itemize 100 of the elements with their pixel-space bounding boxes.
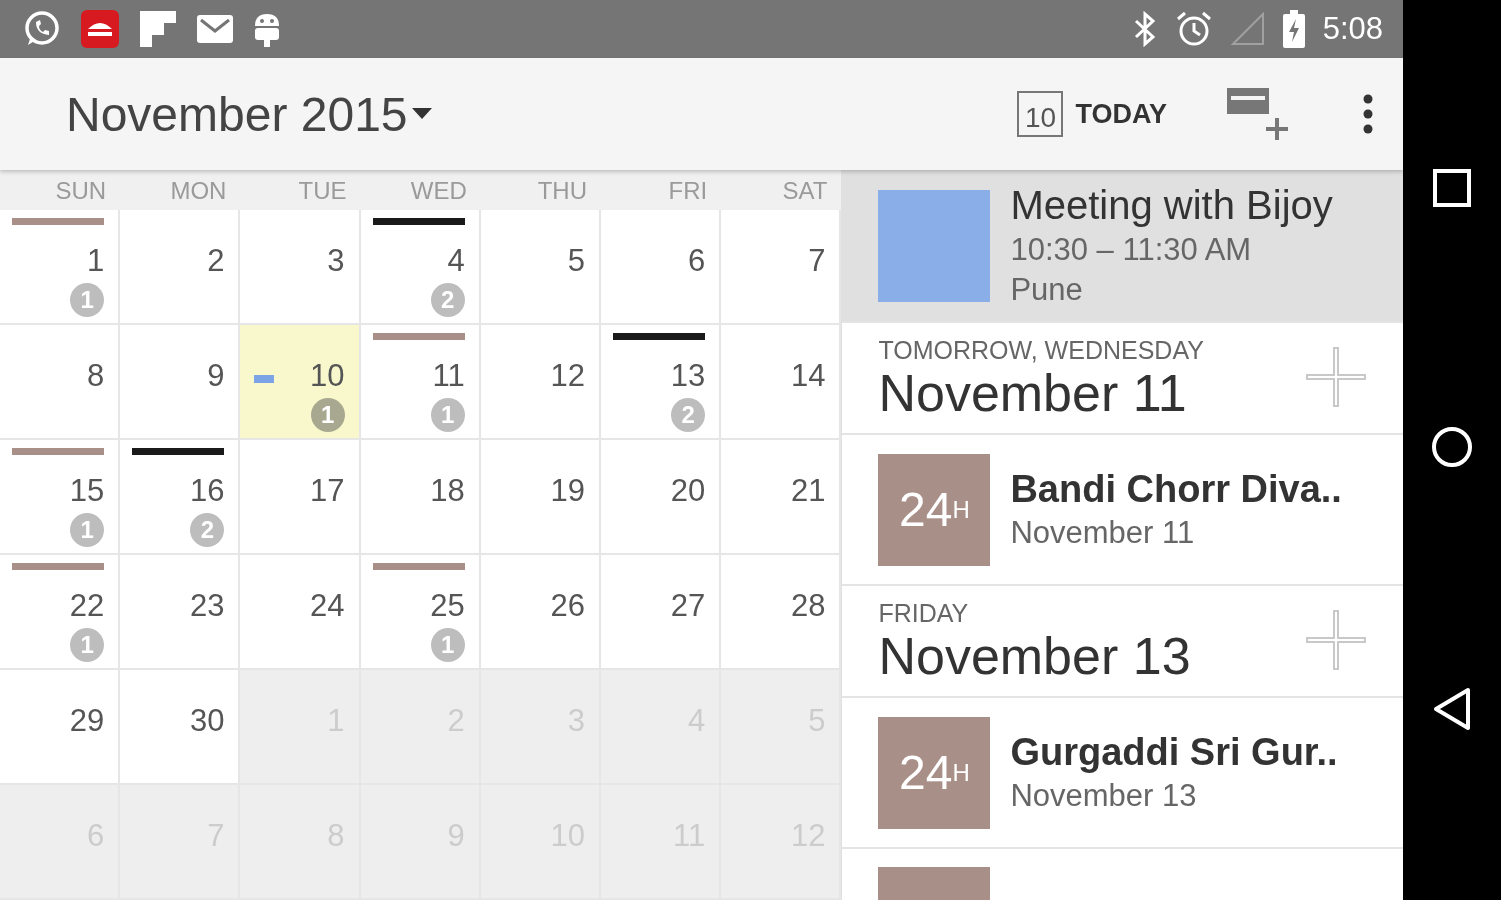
day-cell[interactable]: 19: [480, 440, 601, 555]
add-card-icon[interactable]: [1225, 86, 1291, 142]
day-cell[interactable]: 24: [240, 555, 361, 670]
today-button[interactable]: 10 TODAY: [1017, 91, 1167, 137]
dropdown-caret-icon: [411, 108, 432, 120]
event-count: 1: [310, 398, 345, 432]
day-number: 28: [790, 588, 826, 624]
clock: 5:08: [1322, 11, 1383, 47]
day-number: 20: [670, 473, 706, 509]
day-number: 16: [189, 473, 225, 509]
mail-icon: [196, 14, 234, 44]
event-count: 1: [430, 398, 465, 432]
day-number: 10: [310, 358, 345, 394]
day-number: 2: [207, 243, 225, 279]
day-cell[interactable]: 6: [601, 210, 722, 325]
event-count: 1: [70, 283, 105, 317]
date-label: November 13: [878, 627, 1192, 684]
day-number: 9: [207, 358, 225, 394]
all-day-tile: 24$^{H}$: [878, 453, 991, 566]
day-number: 14: [790, 358, 826, 394]
event-item[interactable]: Meeting with Bijoy 10:30 – 11:30 AM Pune: [842, 170, 1403, 323]
plus-icon: [1305, 608, 1367, 671]
day-cell[interactable]: 5: [480, 210, 601, 325]
day-cell[interactable]: 8: [0, 325, 121, 440]
month-dropdown[interactable]: November 2015: [66, 86, 432, 142]
all-day-tile: 24$^{H}$: [878, 716, 991, 829]
flip-app-icon: [138, 9, 178, 49]
day-cell[interactable]: 29: [0, 670, 121, 785]
day-number: 15: [69, 473, 105, 509]
day-number: 3: [327, 243, 345, 279]
weekday-label: SAT: [781, 176, 829, 206]
event-date: November 11: [1010, 515, 1196, 551]
weekday-label: SUN: [54, 176, 108, 206]
day-number: 6: [687, 243, 706, 279]
day-number: 30: [189, 703, 225, 739]
day-number: 8: [86, 358, 105, 394]
plus-icon: [1305, 345, 1367, 408]
weekday-label: TUE: [297, 176, 348, 206]
day-number: 17: [310, 473, 345, 509]
day-cell[interactable]: 20: [601, 440, 722, 555]
day-cell[interactable]: 11 1: [360, 325, 481, 440]
alarm-clock-icon: [1174, 10, 1213, 48]
day-number: 4: [447, 243, 465, 279]
day-number: 19: [550, 473, 585, 509]
battery-icon: [1282, 10, 1305, 48]
event-count: 2: [190, 513, 225, 547]
day-number: 13: [670, 358, 706, 394]
day-number: 27: [670, 588, 706, 624]
event-count: 2: [671, 398, 706, 432]
day-cell[interactable]: 28: [721, 555, 842, 670]
day-cell[interactable]: 13 2: [601, 325, 722, 440]
event-count: 2: [430, 283, 465, 317]
weekday-label: MON: [169, 176, 228, 206]
event-title: Bandi Chorr Diva..: [1010, 468, 1342, 511]
day-number: 25: [430, 588, 465, 624]
day-cell[interactable]: 23: [120, 555, 241, 670]
day-cell[interactable]: 2: [120, 210, 241, 325]
day-cell[interactable]: 21: [721, 440, 842, 555]
day-number: 21: [790, 473, 826, 509]
day-cell[interactable]: 27: [601, 555, 722, 670]
home-button[interactable]: [1430, 425, 1474, 469]
event-count: 1: [430, 628, 465, 662]
day-cell[interactable]: 16 2: [120, 440, 241, 555]
day-cell[interactable]: 17: [240, 440, 361, 555]
date-label: November 11: [878, 364, 1188, 421]
day-number: 24: [310, 588, 345, 624]
day-cell[interactable]: 4 2: [360, 210, 481, 325]
event-count: 1: [70, 628, 105, 662]
day-cell[interactable]: 9: [120, 325, 241, 440]
event-title: Meeting with Bijoy: [1010, 183, 1333, 228]
day-cell[interactable]: 30: [120, 670, 241, 785]
day-label: FRIDAY: [878, 598, 970, 628]
recents-button[interactable]: [1432, 168, 1472, 209]
day-cell[interactable]: 22 1: [0, 555, 121, 670]
day-cell[interactable]: 12: [480, 325, 601, 440]
event-time: 10:30 – 11:30 AM: [1010, 232, 1253, 268]
back-button[interactable]: [1432, 685, 1472, 732]
signal-icon: [1230, 12, 1265, 46]
day-cell[interactable]: 18: [360, 440, 481, 555]
day-number: 18: [430, 473, 465, 509]
weekday-label: THU: [536, 176, 588, 206]
day-cell[interactable]: 26: [480, 555, 601, 670]
day-cell[interactable]: 14: [721, 325, 842, 440]
day-cell[interactable]: 7: [721, 210, 842, 325]
bluetooth-icon: [1132, 11, 1157, 47]
day-number: 22: [69, 588, 105, 624]
event-location: Pune: [1010, 272, 1084, 308]
day-cell[interactable]: 10 1: [240, 325, 361, 440]
calendar-date-icon: 10: [1017, 91, 1064, 137]
overflow-menu-icon[interactable]: [1363, 94, 1373, 134]
day-number: 12: [550, 358, 585, 394]
day-number: 1: [86, 243, 105, 279]
day-cell[interactable]: 3: [240, 210, 361, 325]
event-title: Gurgaddi Sri Gur..: [1010, 731, 1338, 774]
day-cell[interactable]: 15 1: [0, 440, 121, 555]
day-cell[interactable]: 1 1: [0, 210, 121, 325]
day-number: 5: [567, 243, 585, 279]
day-number: 29: [69, 703, 105, 739]
day-label: TOMORROW, WEDNESDAY: [878, 335, 1205, 365]
day-cell[interactable]: 25 1: [360, 555, 481, 670]
